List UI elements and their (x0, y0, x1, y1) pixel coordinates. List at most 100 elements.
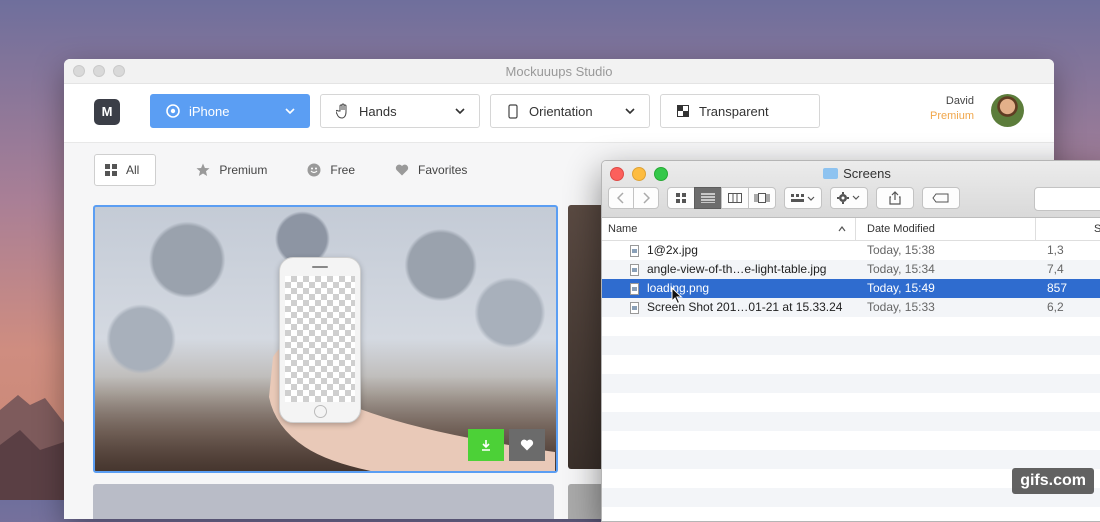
file-date: Today, 15:38 (867, 243, 935, 257)
file-name: angle-view-of-th…e-light-table.jpg (647, 262, 827, 276)
user-tier: Premium (929, 110, 974, 122)
nav-buttons (608, 187, 659, 209)
arrange-icon (791, 194, 815, 202)
mockup-card-selected[interactable] (93, 205, 558, 473)
file-size: 857 (1047, 281, 1068, 295)
filter-favorites-label: Favorites (418, 163, 468, 177)
empty-row (602, 336, 1100, 355)
back-button[interactable] (608, 187, 634, 209)
filter-bar: All Premium Free Favorites (94, 154, 507, 186)
device-dropdown[interactable]: iPhone (150, 94, 310, 128)
window-title: Mockuuups Studio (505, 64, 613, 79)
orientation-dropdown[interactable]: Orientation (490, 94, 650, 128)
arrange-button[interactable] (784, 187, 822, 209)
file-row[interactable]: angle-view-of-th…e-light-table.jpg Today… (602, 260, 1100, 279)
list-view-icon (701, 193, 715, 203)
device-dropdown-label: iPhone (189, 103, 230, 119)
column-date-header[interactable]: Date Modified (856, 218, 1036, 240)
transparency-icon (675, 103, 691, 119)
filter-all[interactable]: All (94, 154, 157, 186)
file-name: 1@2x.jpg (647, 243, 698, 257)
phone-speaker (312, 266, 328, 268)
empty-row (602, 431, 1100, 450)
sort-chevron-up-icon (838, 226, 846, 232)
empty-row (602, 355, 1100, 374)
empty-row (602, 374, 1100, 393)
column-date-label: Date Modified (867, 223, 935, 235)
desktop-wallpaper-mountain (0, 395, 70, 500)
empty-row (602, 412, 1100, 431)
file-date: Today, 15:34 (867, 262, 935, 276)
file-date: Today, 15:49 (867, 281, 935, 295)
list-view-button[interactable] (694, 187, 722, 209)
user-info[interactable]: David Premium (930, 95, 974, 122)
app-titlebar: Mockuuups Studio (64, 59, 1054, 84)
empty-row (602, 317, 1100, 336)
avatar[interactable] (991, 94, 1024, 127)
mockup-card[interactable] (93, 484, 554, 519)
image-file-icon (630, 244, 639, 257)
chevron-left-icon (617, 192, 624, 204)
gallery-view-button[interactable] (748, 187, 776, 209)
phone-screen-transparent (285, 276, 355, 402)
column-size-header[interactable]: S (1036, 218, 1100, 240)
cover-flow-icon (754, 193, 770, 203)
folder-icon (823, 168, 839, 179)
empty-row (602, 393, 1100, 412)
app-toolbar: M iPhone Hands Orientation Transparent D… (64, 84, 1054, 143)
chevron-right-icon (643, 192, 650, 204)
hand-icon (335, 103, 351, 119)
file-size: 6,2 (1047, 300, 1064, 314)
mouse-pointer-icon (671, 287, 683, 305)
column-header: Name Date Modified S (602, 218, 1100, 241)
finder-title-label: Screens (843, 166, 891, 181)
grid-icon (105, 164, 117, 176)
hands-dropdown[interactable]: Hands (320, 94, 480, 128)
forward-button[interactable] (633, 187, 659, 209)
search-field[interactable] (1034, 187, 1100, 211)
icon-view-icon (676, 193, 686, 203)
file-date: Today, 15:33 (867, 300, 935, 314)
tag-icon (932, 193, 949, 203)
image-file-icon (630, 282, 639, 295)
filter-favorites[interactable]: Favorites (395, 155, 467, 185)
gear-icon (837, 192, 860, 204)
filter-free[interactable]: Free (307, 155, 355, 185)
user-name: David (945, 95, 974, 107)
column-name-label: Name (608, 223, 638, 235)
chevron-down-icon (455, 108, 465, 115)
finder-toolbar: Screens (602, 161, 1100, 218)
file-row[interactable]: 1@2x.jpg Today, 15:38 1,3 (602, 241, 1100, 260)
star-icon (196, 163, 210, 176)
column-name-header[interactable]: Name (602, 218, 856, 240)
column-size-label: S (1094, 223, 1100, 235)
tags-button[interactable] (922, 187, 960, 209)
image-file-icon (630, 263, 639, 276)
phone-home-button (314, 405, 327, 418)
download-icon (482, 440, 490, 451)
apple-icon (165, 103, 181, 119)
icon-view-button[interactable] (667, 187, 695, 209)
background-button[interactable]: Transparent (660, 94, 820, 128)
chevron-down-icon (285, 108, 295, 115)
chevron-down-icon (625, 108, 635, 115)
view-mode-buttons (667, 187, 776, 209)
download-button[interactable] (468, 429, 504, 461)
filter-free-label: Free (330, 163, 356, 177)
app-logo: M (94, 99, 120, 125)
orientation-dropdown-label: Orientation (529, 103, 593, 119)
favorite-button[interactable] (509, 429, 545, 461)
filter-premium[interactable]: Premium (196, 155, 267, 185)
heart-icon (520, 439, 534, 451)
column-view-icon (728, 193, 742, 203)
phone-orientation-icon (505, 103, 521, 119)
hands-dropdown-label: Hands (359, 103, 397, 119)
finder-title: Screens (602, 166, 1100, 181)
share-button[interactable] (876, 187, 914, 209)
share-icon (889, 191, 901, 205)
watermark: gifs.com (1012, 468, 1094, 494)
column-view-button[interactable] (721, 187, 749, 209)
smiley-icon (307, 163, 321, 177)
action-button[interactable] (830, 187, 868, 209)
image-file-icon (630, 301, 639, 314)
